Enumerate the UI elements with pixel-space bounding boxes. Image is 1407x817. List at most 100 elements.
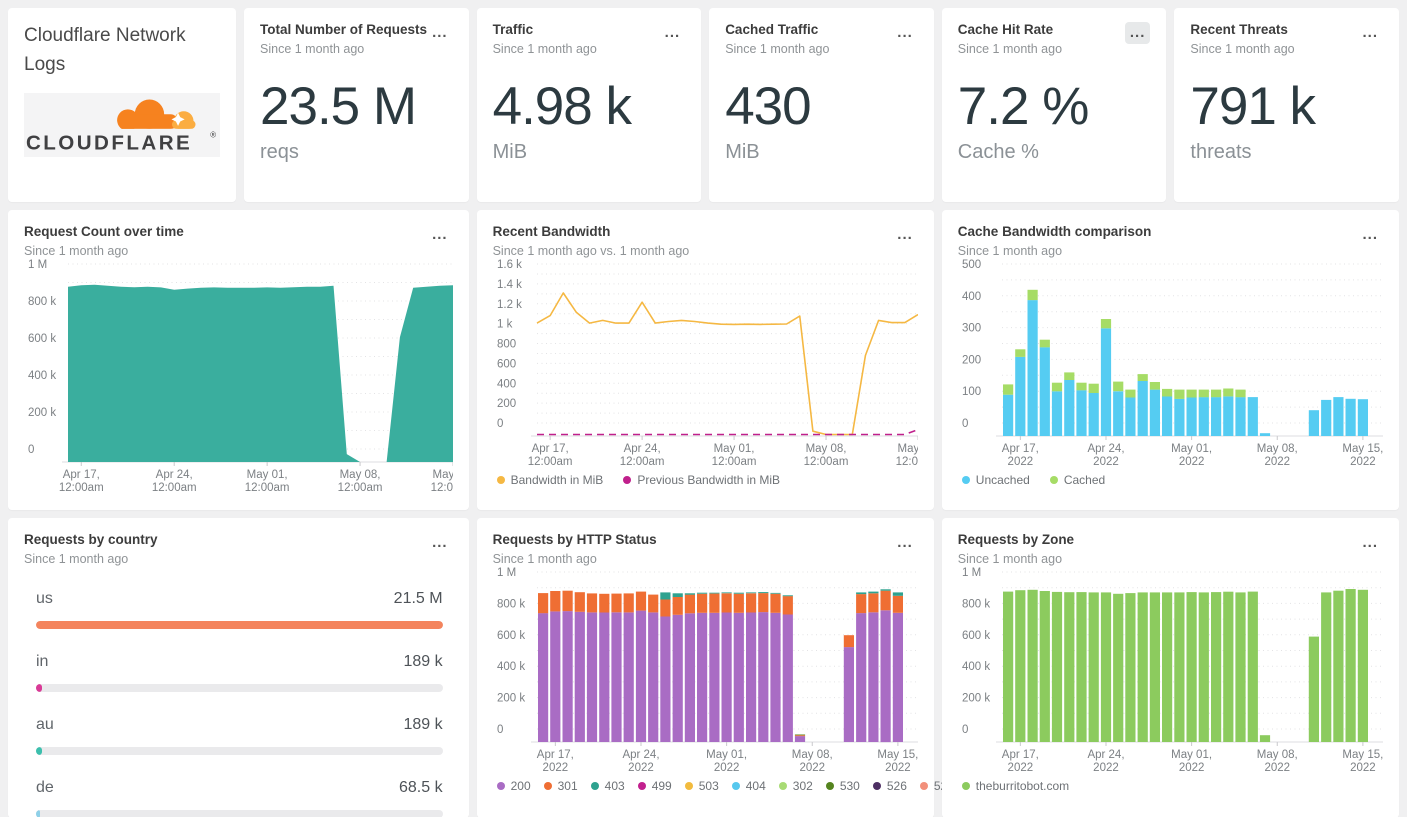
dashboard-grid: Cloudflare Network Logs CLOUDFLARE ® Tot… xyxy=(0,0,1407,817)
legend-item[interactable]: 301 xyxy=(543,778,578,793)
svg-text:800 k: 800 k xyxy=(962,598,990,610)
legend-dot xyxy=(684,781,693,790)
legend-dot xyxy=(919,781,928,790)
legend-dot xyxy=(872,781,881,790)
legend-label: Cached xyxy=(1063,472,1106,487)
panel-menu-button[interactable]: ... xyxy=(1357,22,1383,44)
svg-text:Apr 17,12:00am: Apr 17, 12:00am xyxy=(527,443,572,468)
legend-dot xyxy=(961,781,970,790)
legend-dot xyxy=(623,475,632,484)
svg-text:May 15,12:00am: May 15,12:00am xyxy=(895,443,917,468)
country-bar-track[interactable] xyxy=(36,683,443,692)
panel-subtitle: Since 1 month ago xyxy=(24,551,129,566)
cloudflare-logo-image: CLOUDFLARE ® xyxy=(26,99,216,154)
svg-text:400 k: 400 k xyxy=(962,661,990,673)
legend-label: Bandwidth in MiB xyxy=(510,472,604,487)
panel-title: Request Count over time xyxy=(24,224,184,239)
country-bar-track[interactable] xyxy=(36,809,443,817)
legend-dot xyxy=(496,475,505,484)
svg-text:Apr 17,2022: Apr 17, 2022 xyxy=(1002,443,1039,468)
legend-label: 526 xyxy=(886,778,907,793)
legend-item[interactable]: Cached xyxy=(1049,472,1106,487)
svg-text:Apr 24,12:00am: Apr 24, 12:00am xyxy=(619,443,664,468)
svg-text:1 k: 1 k xyxy=(497,319,513,331)
legend-dot xyxy=(778,781,787,790)
panel-menu-button[interactable]: ... xyxy=(660,22,686,44)
country-row: de 68.5 k xyxy=(24,779,453,817)
svg-text:1 M: 1 M xyxy=(28,259,47,271)
panel-requests-by-country: Requests by country Since 1 month ago ..… xyxy=(8,518,469,817)
panel-menu-button[interactable]: ... xyxy=(427,224,453,246)
country-label: us xyxy=(36,589,53,607)
svg-text:May 08,12:00am: May 08, 12:00am xyxy=(338,469,383,494)
legend-label: 200 xyxy=(510,778,531,793)
panel-menu-button[interactable]: ... xyxy=(892,22,918,44)
http-status-bar-chart[interactable]: 0 200 k 400 k 600 k 800 k 1 M Apr 17, 2022 Apr 2… xyxy=(493,566,918,774)
legend-item[interactable]: 302 xyxy=(778,778,813,793)
svg-text:400: 400 xyxy=(962,291,981,303)
panel-title: Recent Bandwidth xyxy=(492,224,611,239)
legend-label: 301 xyxy=(557,778,578,793)
svg-text:600 k: 600 k xyxy=(497,630,525,642)
legend-item[interactable]: 200 xyxy=(496,778,531,793)
svg-text:May 15,2022: May 15, 2022 xyxy=(1342,443,1383,468)
legend-item[interactable]: Previous Bandwidth in MiB xyxy=(623,473,780,487)
svg-text:Apr 24,12:00am: Apr 24, 12:00am xyxy=(152,469,197,494)
panel-menu-button[interactable]: ... xyxy=(1357,532,1383,554)
legend-item[interactable]: 503 xyxy=(684,778,719,793)
country-bar-fill xyxy=(36,620,443,629)
legend-label: 503 xyxy=(698,778,719,793)
svg-text:May 01,2022: May 01, 2022 xyxy=(706,749,747,774)
legend-label: 302 xyxy=(792,778,813,793)
legend-dot xyxy=(590,781,599,790)
legend-item[interactable]: theburritobot.com xyxy=(961,779,1069,793)
panel-subtitle: Since 1 month ago xyxy=(725,41,830,56)
stat-unit: MiB xyxy=(492,140,528,163)
svg-text:200: 200 xyxy=(497,398,516,410)
svg-text:500: 500 xyxy=(962,259,981,271)
cache-bandwidth-bar-chart[interactable]: 0 100 200 300 400 500 Apr 17, 2022 Apr 24, 2022 Ma… xyxy=(958,258,1383,468)
panel-subtitle: Since 1 month ago xyxy=(1190,41,1295,56)
panel-menu-button[interactable]: ... xyxy=(1124,22,1151,44)
svg-text:Apr 24,2022: Apr 24, 2022 xyxy=(622,749,659,774)
legend-item[interactable]: 499 xyxy=(637,779,672,793)
cloudflare-cloud-icon xyxy=(117,99,196,132)
country-bar-track[interactable] xyxy=(36,746,443,755)
panel-menu-button[interactable]: ... xyxy=(427,532,453,554)
panel-cache-hit-rate: Cache Hit Rate Since 1 month ago ... 7.2… xyxy=(941,8,1167,202)
svg-text:1.4 k: 1.4 k xyxy=(497,279,522,291)
svg-text:May 01,12:00am: May 01, 12:00am xyxy=(245,469,290,494)
legend-item[interactable]: Bandwidth in MiB xyxy=(496,472,604,487)
svg-text:1.2 k: 1.2 k xyxy=(497,299,522,311)
svg-text:Apr 24,2022: Apr 24, 2022 xyxy=(1087,749,1124,774)
panel-request-count: Request Count over time Since 1 month ag… xyxy=(8,210,469,510)
panel-menu-button[interactable]: ... xyxy=(892,532,918,554)
chart-legend: theburritobot.com xyxy=(958,779,1383,793)
country-hbar-chart[interactable]: us 21.5 M in 189 k au 189 k de 68.5 k xyxy=(24,590,453,817)
panel-menu-button[interactable]: ... xyxy=(892,224,918,246)
panel-requests-by-http-status: Requests by HTTP Status Since 1 month ag… xyxy=(476,518,954,817)
svg-text:Apr 17,12:00am: Apr 17, 12:00am xyxy=(59,469,104,494)
panel-menu-button[interactable]: ... xyxy=(427,22,453,44)
chart-legend: 200301403499503404302530526524 xyxy=(493,778,954,793)
legend-item[interactable]: 526 xyxy=(872,778,907,793)
panel-subtitle: Since 1 month ago xyxy=(957,243,1063,258)
legend-item[interactable]: Uncached xyxy=(961,473,1030,487)
country-bar-track[interactable] xyxy=(36,620,443,629)
legend-item[interactable]: 404 xyxy=(731,779,766,793)
request-count-area-chart[interactable]: 0 200 k 400 k 600 k 800 k 1 M Apr 17, 12:00am Ap… xyxy=(24,258,453,494)
panel-menu-button[interactable]: ... xyxy=(1357,224,1383,246)
bandwidth-line-chart[interactable]: 0 200 400 600 800 1 k 1.2 k 1.4 k 1.6 k Apr 17, 12… xyxy=(493,258,918,468)
country-label: de xyxy=(36,778,54,796)
panel-cached-traffic: Cached Traffic Since 1 month ago ... 430… xyxy=(709,8,934,202)
svg-text:0: 0 xyxy=(497,724,503,736)
zone-bar-chart[interactable]: 0 200 k 400 k 600 k 800 k 1 M Apr 17, 2022 Apr 2… xyxy=(958,566,1383,774)
panel-total-requests: Total Number of Requests Since 1 month a… xyxy=(244,8,469,202)
svg-text:May 08,2022: May 08, 2022 xyxy=(1257,443,1298,468)
panel-subtitle: Since 1 month ago xyxy=(492,41,597,56)
legend-item[interactable]: 530 xyxy=(825,779,860,793)
panel-requests-by-zone: Requests by Zone Since 1 month ago ... 0… xyxy=(941,518,1399,817)
svg-text:Apr 17,2022: Apr 17, 2022 xyxy=(536,749,573,774)
svg-text:Apr 17,2022: Apr 17, 2022 xyxy=(1002,749,1039,774)
legend-item[interactable]: 403 xyxy=(590,779,625,793)
